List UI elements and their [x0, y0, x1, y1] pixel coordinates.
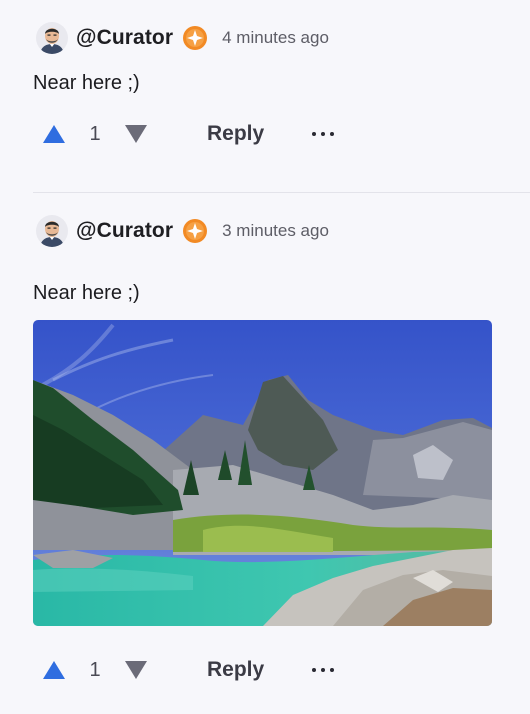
dot: [330, 668, 335, 672]
curator-badge-icon: [182, 218, 208, 244]
comment-text: Near here ;): [33, 72, 140, 94]
timestamp: 4 minutes ago: [222, 28, 329, 47]
username[interactable]: @Curator: [76, 219, 173, 243]
username[interactable]: @Curator: [76, 26, 173, 50]
comment-text: Near here ;): [33, 282, 140, 304]
upvote-arrow-icon[interactable]: [42, 124, 66, 144]
dot: [321, 668, 326, 672]
avatar[interactable]: [36, 215, 68, 247]
mountain-lake-photo[interactable]: [33, 320, 492, 626]
more-options-icon[interactable]: [312, 130, 335, 138]
curator-badge-icon: [182, 25, 208, 51]
reply-button[interactable]: Reply: [207, 122, 264, 146]
vote-count: 1: [89, 658, 101, 681]
dot: [312, 132, 317, 136]
dot: [330, 132, 335, 136]
upvote-arrow-icon[interactable]: [42, 660, 66, 680]
dot: [321, 132, 326, 136]
avatar-icon: [36, 22, 68, 54]
comment-actions: 1 Reply: [42, 119, 335, 149]
comment-item: @Curator 3 minutes ago Near here ;) 1 Re…: [0, 193, 530, 714]
avatar-icon: [36, 215, 68, 247]
dot: [312, 668, 317, 672]
downvote-arrow-icon[interactable]: [124, 660, 148, 680]
downvote-arrow-icon[interactable]: [124, 124, 148, 144]
comment-actions: 1 Reply: [42, 655, 335, 685]
reply-button[interactable]: Reply: [207, 658, 264, 682]
vote-count: 1: [89, 122, 101, 145]
avatar[interactable]: [36, 22, 68, 54]
comment-item: @Curator 4 minutes ago Near here ;) 1 Re…: [0, 0, 530, 192]
timestamp: 3 minutes ago: [222, 221, 329, 240]
more-options-icon[interactable]: [312, 666, 335, 674]
comment-header: @Curator 4 minutes ago: [36, 20, 329, 56]
comment-header: @Curator 3 minutes ago: [36, 213, 329, 249]
